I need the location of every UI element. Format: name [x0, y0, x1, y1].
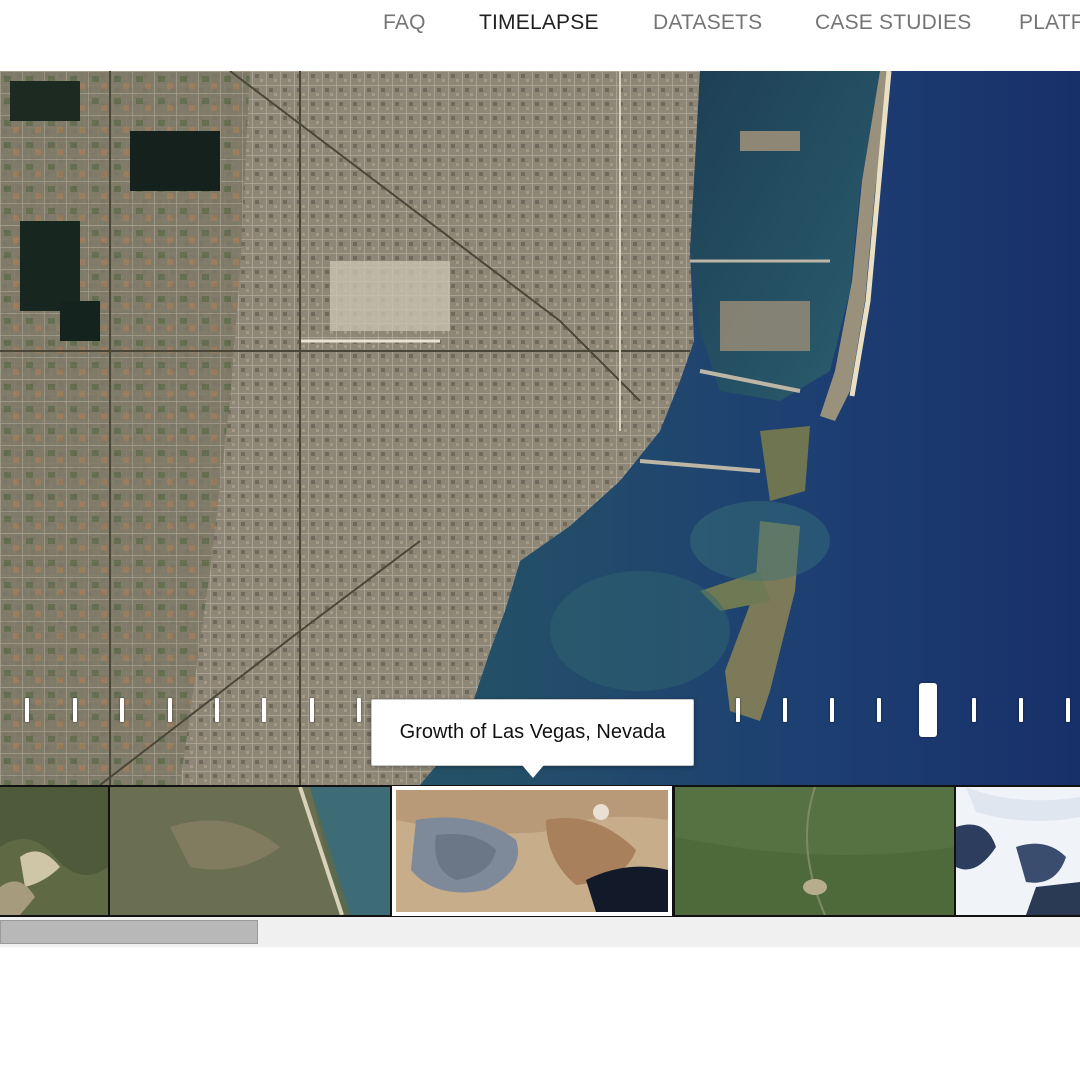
thumbnail-image: [956, 787, 1080, 915]
top-nav: FAQ TIMELAPSE DATASETS CASE STUDIES PLAT…: [0, 0, 1080, 70]
nav-timelapse[interactable]: TIMELAPSE: [479, 11, 599, 35]
thumbnail-3[interactable]: [675, 787, 954, 915]
thumbnail-strip: [0, 785, 1080, 917]
thumbnail-tooltip: Growth of Las Vegas, Nevada: [371, 699, 694, 766]
timeline-tick-current[interactable]: [919, 683, 937, 737]
timeline-tick[interactable]: [262, 698, 266, 722]
timeline-tick[interactable]: [215, 698, 219, 722]
thumbnail-0[interactable]: [0, 787, 108, 915]
scrollbar-thumb[interactable]: [0, 920, 258, 944]
thumbnail-1[interactable]: [110, 787, 390, 915]
nav-case-studies[interactable]: CASE STUDIES: [815, 11, 971, 35]
thumbnail-scrollbar[interactable]: [0, 917, 1080, 947]
tooltip-arrow: [522, 765, 544, 778]
timeline-tick[interactable]: [1019, 698, 1023, 722]
nav-platform[interactable]: PLATF: [1019, 11, 1080, 35]
thumbnail-image: [0, 787, 108, 915]
nav-faq[interactable]: FAQ: [383, 11, 426, 35]
timeline-tick[interactable]: [1066, 698, 1070, 722]
satellite-map-viewer[interactable]: [0, 71, 1080, 785]
satellite-image: [0, 71, 1080, 785]
tooltip-text: Growth of Las Vegas, Nevada: [399, 721, 666, 743]
thumbnail-image: [110, 787, 390, 915]
thumbnail-4[interactable]: [956, 787, 1080, 915]
timeline-tick[interactable]: [168, 698, 172, 722]
thumbnail-selected-las-vegas[interactable]: [392, 786, 672, 916]
timeline-tick[interactable]: [357, 698, 361, 722]
timeline-tick[interactable]: [830, 698, 834, 722]
timeline-tick[interactable]: [736, 698, 740, 722]
timeline-tick[interactable]: [73, 698, 77, 722]
thumbnail-image: [396, 790, 668, 912]
timeline-tick[interactable]: [310, 698, 314, 722]
timeline-tick[interactable]: [972, 698, 976, 722]
timeline-tick[interactable]: [120, 698, 124, 722]
thumbnail-image: [675, 787, 954, 915]
nav-datasets[interactable]: DATASETS: [653, 11, 762, 35]
timeline-tick[interactable]: [783, 698, 787, 722]
timeline-tick[interactable]: [877, 698, 881, 722]
timeline-tick[interactable]: [25, 698, 29, 722]
